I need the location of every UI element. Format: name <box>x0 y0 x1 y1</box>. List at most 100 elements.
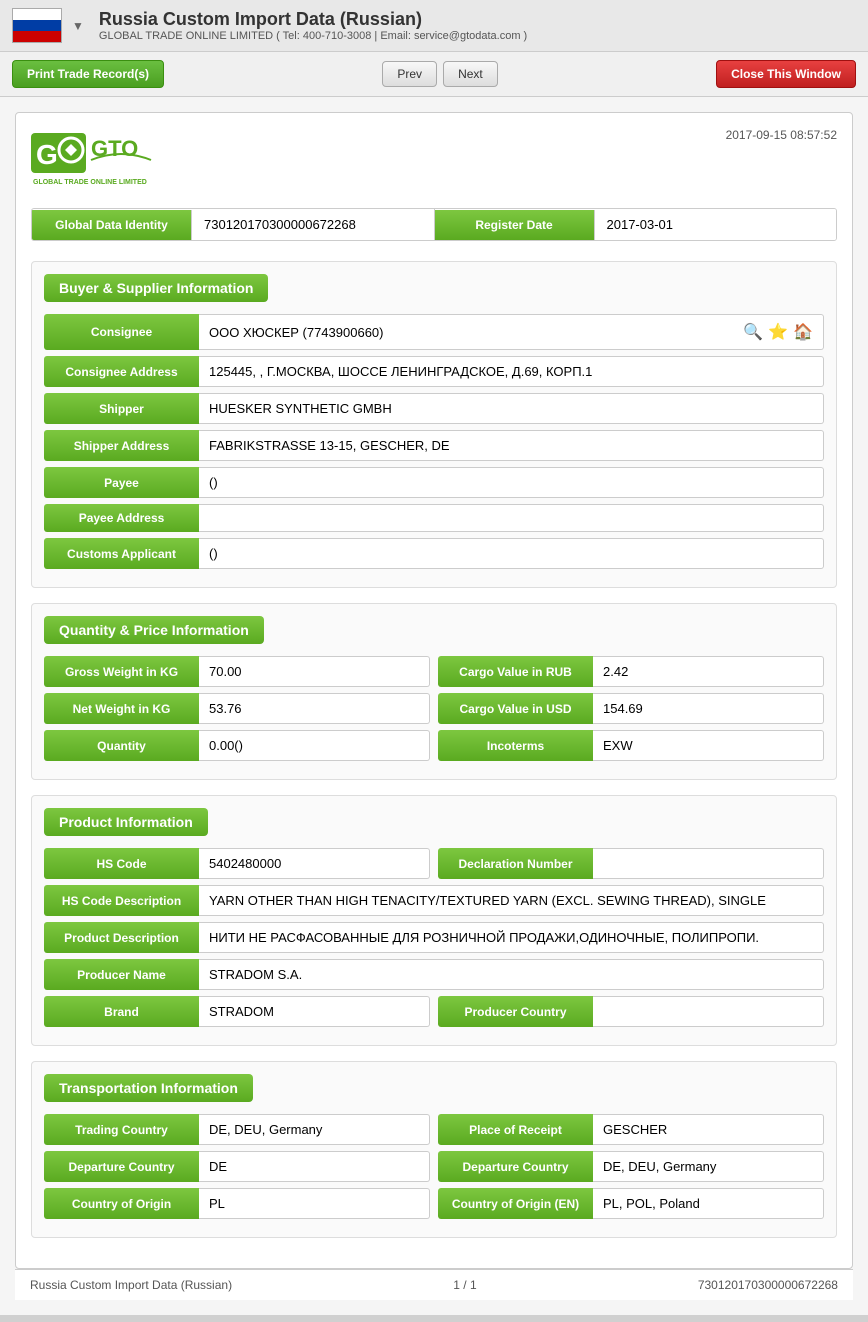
producer-name-row: Producer Name STRADOM S.A. <box>44 959 824 990</box>
register-date-value: 2017-03-01 <box>595 209 837 240</box>
hs-code-value: 5402480000 <box>199 848 430 879</box>
footer-bar: Russia Custom Import Data (Russian) 1 / … <box>15 1269 853 1300</box>
payee-label: Payee <box>44 467 199 498</box>
departure-country-value: DE <box>199 1151 430 1182</box>
consignee-address-value: 125445, , Г.МОСКВА, ШОССЕ ЛЕНИНГРАДСКОЕ,… <box>199 356 824 387</box>
declaration-number-value <box>593 848 824 879</box>
payee-address-value <box>199 504 824 532</box>
home-icon[interactable]: 🏠 <box>793 322 813 342</box>
shipper-row: Shipper HUESKER SYNTHETIC GMBH <box>44 393 824 424</box>
country-of-origin-en-group: Country of Origin (EN) PL, POL, Poland <box>438 1188 824 1219</box>
producer-name-label: Producer Name <box>44 959 199 990</box>
cargo-value-usd-label: Cargo Value in USD <box>438 693 593 724</box>
identity-row: Global Data Identity 7301201703000006722… <box>31 208 837 241</box>
quantity-label: Quantity <box>44 730 199 761</box>
svg-text:G: G <box>36 139 58 170</box>
quantity-value: 0.00() <box>199 730 430 761</box>
departure-country-label: Departure Country <box>44 1151 199 1182</box>
quantity-price-section: Quantity & Price Information Gross Weigh… <box>31 603 837 780</box>
print-button[interactable]: Print Trade Record(s) <box>12 60 164 88</box>
main-content: G GLOBAL TRADE ONLINE LIMITED GTO 2017-0… <box>0 97 868 1315</box>
svg-text:GLOBAL TRADE ONLINE LIMITED: GLOBAL TRADE ONLINE LIMITED <box>33 179 147 186</box>
departure-country-en-label: Departure Country <box>438 1151 593 1182</box>
producer-country-value <box>593 996 824 1027</box>
departure-country-en-group: Departure Country DE, DEU, Germany <box>438 1151 824 1182</box>
payee-address-label: Payee Address <box>44 504 199 532</box>
customs-applicant-value: () <box>199 538 824 569</box>
place-of-receipt-group: Place of Receipt GESCHER <box>438 1114 824 1145</box>
global-data-identity-label: Global Data Identity <box>32 210 192 240</box>
toolbar-right: Close This Window <box>716 60 856 88</box>
country-of-origin-en-value: PL, POL, Poland <box>593 1188 824 1219</box>
cargo-value-usd-group: Cargo Value in USD 154.69 <box>438 693 824 724</box>
net-weight-value: 53.76 <box>199 693 430 724</box>
producer-country-group: Producer Country <box>438 996 824 1027</box>
prev-button[interactable]: Prev <box>382 61 437 87</box>
departure-country-group: Departure Country DE <box>44 1151 430 1182</box>
flag-dropdown-icon[interactable]: ▼ <box>72 19 84 33</box>
customs-applicant-label: Customs Applicant <box>44 538 199 569</box>
star-icon[interactable]: ⭐ <box>768 322 788 342</box>
footer-center: 1 / 1 <box>453 1278 476 1292</box>
buyer-supplier-title: Buyer & Supplier Information <box>44 274 268 302</box>
brand-producer-country-row: Brand STRADOM Producer Country <box>44 996 824 1027</box>
russia-flag-icon <box>12 8 62 43</box>
country-of-origin-label: Country of Origin <box>44 1188 199 1219</box>
country-of-origin-en-label: Country of Origin (EN) <box>438 1188 593 1219</box>
net-weight-group: Net Weight in KG 53.76 <box>44 693 430 724</box>
register-date-label: Register Date <box>435 210 595 240</box>
buyer-supplier-section: Buyer & Supplier Information Consignee О… <box>31 261 837 588</box>
cargo-value-rub-value: 2.42 <box>593 656 824 687</box>
cargo-value-rub-label: Cargo Value in RUB <box>438 656 593 687</box>
net-weight-label: Net Weight in KG <box>44 693 199 724</box>
brand-label: Brand <box>44 996 199 1027</box>
producer-country-label: Producer Country <box>438 996 593 1027</box>
global-data-identity-value: 730120170300000672268 <box>192 209 435 240</box>
consignee-text: ООО ХЮСКЕР (7743900660) <box>209 325 383 340</box>
brand-group: Brand STRADOM <box>44 996 430 1027</box>
payee-value: () <box>199 467 824 498</box>
payee-row: Payee () <box>44 467 824 498</box>
close-button[interactable]: Close This Window <box>716 60 856 88</box>
place-of-receipt-value: GESCHER <box>593 1114 824 1145</box>
consignee-icons: 🔍 ⭐ 🏠 <box>743 322 813 342</box>
country-of-origin-value: PL <box>199 1188 430 1219</box>
transportation-section: Transportation Information Trading Count… <box>31 1061 837 1238</box>
product-title: Product Information <box>44 808 208 836</box>
gross-weight-label: Gross Weight in KG <box>44 656 199 687</box>
quantity-incoterms-row: Quantity 0.00() Incoterms EXW <box>44 730 824 761</box>
search-icon[interactable]: 🔍 <box>743 322 763 342</box>
country-origin-row: Country of Origin PL Country of Origin (… <box>44 1188 824 1219</box>
gross-weight-cargo-rub-row: Gross Weight in KG 70.00 Cargo Value in … <box>44 656 824 687</box>
incoterms-group: Incoterms EXW <box>438 730 824 761</box>
trading-country-receipt-row: Trading Country DE, DEU, Germany Place o… <box>44 1114 824 1145</box>
hs-code-description-label: HS Code Description <box>44 885 199 916</box>
hs-code-group: HS Code 5402480000 <box>44 848 430 879</box>
trading-country-group: Trading Country DE, DEU, Germany <box>44 1114 430 1145</box>
declaration-number-label: Declaration Number <box>438 848 593 879</box>
transportation-title: Transportation Information <box>44 1074 253 1102</box>
trading-country-label: Trading Country <box>44 1114 199 1145</box>
toolbar: Print Trade Record(s) Prev Next Close Th… <box>0 52 868 97</box>
record-timestamp: 2017-09-15 08:57:52 <box>726 128 837 142</box>
product-description-label: Product Description <box>44 922 199 953</box>
producer-name-value: STRADOM S.A. <box>199 959 824 990</box>
company-logo: G GLOBAL TRADE ONLINE LIMITED GTO <box>31 128 191 193</box>
shipper-address-row: Shipper Address FABRIKSTRASSE 13-15, GES… <box>44 430 824 461</box>
header-subtitle: GLOBAL TRADE ONLINE LIMITED ( Tel: 400-7… <box>99 30 527 42</box>
consignee-address-label: Consignee Address <box>44 356 199 387</box>
hscode-declaration-row: HS Code 5402480000 Declaration Number <box>44 848 824 879</box>
hs-code-label: HS Code <box>44 848 199 879</box>
quantity-price-title: Quantity & Price Information <box>44 616 264 644</box>
departure-country-row: Departure Country DE Departure Country D… <box>44 1151 824 1182</box>
consignee-address-row: Consignee Address 125445, , Г.МОСКВА, ШО… <box>44 356 824 387</box>
country-of-origin-group: Country of Origin PL <box>44 1188 430 1219</box>
brand-value: STRADOM <box>199 996 430 1027</box>
quantity-group: Quantity 0.00() <box>44 730 430 761</box>
declaration-number-group: Declaration Number <box>438 848 824 879</box>
consignee-value: ООО ХЮСКЕР (7743900660) 🔍 ⭐ 🏠 <box>199 314 824 350</box>
logo-header: G GLOBAL TRADE ONLINE LIMITED GTO 2017-0… <box>31 128 837 193</box>
next-button[interactable]: Next <box>443 61 498 87</box>
hs-code-description-row: HS Code Description YARN OTHER THAN HIGH… <box>44 885 824 916</box>
net-weight-cargo-usd-row: Net Weight in KG 53.76 Cargo Value in US… <box>44 693 824 724</box>
